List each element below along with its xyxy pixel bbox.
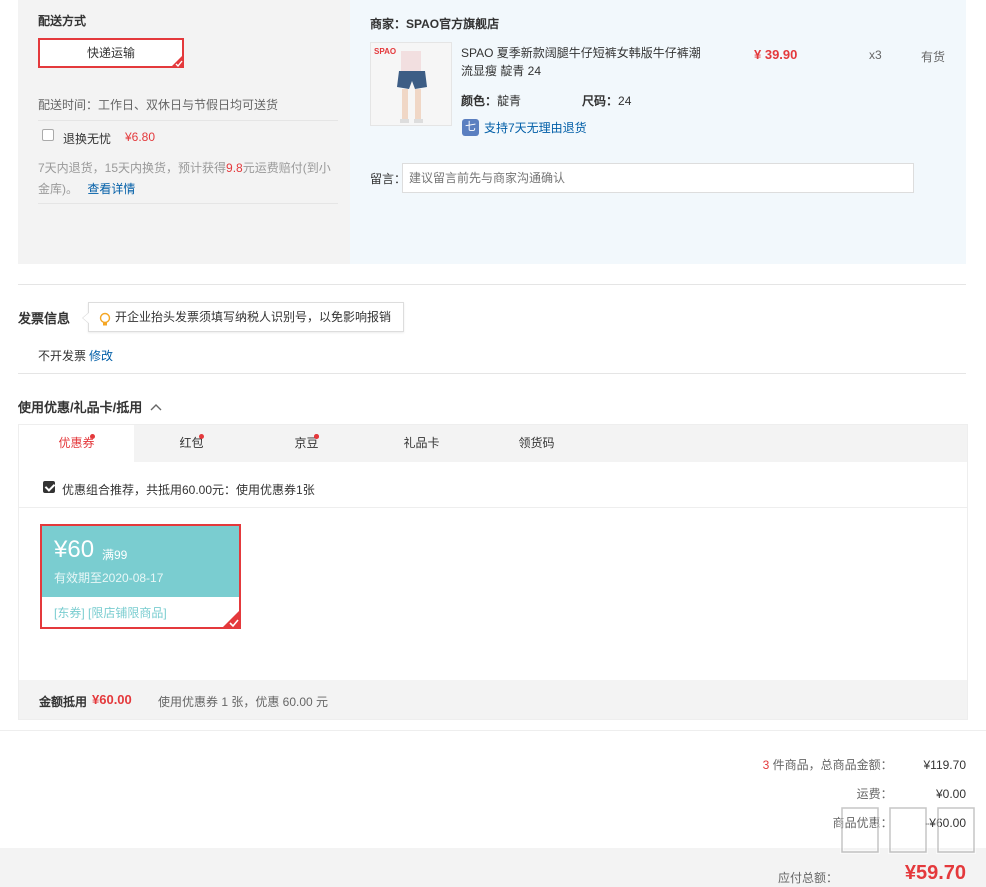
item-count: 3	[762, 758, 770, 772]
return-policy-text: 支持7天无理由退货	[484, 121, 587, 135]
payable-label: 应付总额：	[777, 871, 838, 885]
discount-tabs: 优惠券 红包 京豆 礼品卡 领货码	[19, 425, 967, 462]
thumb-logo: SPAO	[374, 47, 396, 56]
product-price: ¥ 39.90	[754, 47, 798, 62]
product-title[interactable]: SPAO 夏季新款阔腿牛仔短裤女韩版牛仔裤潮流显瘦 靛青 24	[461, 44, 711, 80]
remark-label: 留言：	[370, 172, 407, 186]
footer-label: 金额抵用	[39, 695, 88, 709]
divider	[38, 120, 338, 121]
invoice-tip-text: 开企业抬头发票须填写纳税人识别号，以免影响报销	[115, 310, 392, 324]
invoice-status: 不开发票	[38, 349, 87, 363]
divider	[19, 507, 967, 508]
shop-panel	[350, 0, 966, 264]
new-dot-icon	[90, 434, 95, 439]
color-label: 颜色：	[461, 94, 498, 108]
tab-pickup-code[interactable]: 领货码	[479, 425, 594, 462]
discounts-toggle[interactable]: 使用优惠/礼品卡/抵用	[18, 397, 162, 416]
coupon-expiry: 有效期至2020-08-17	[54, 571, 164, 585]
color-spec: 颜色：靛青	[461, 92, 521, 109]
delivery-time: 配送时间：工作日、双休日与节假日均可送货	[38, 98, 279, 112]
watermark	[832, 800, 982, 880]
seller-name: 商家：SPAO官方旗舰店	[370, 17, 500, 31]
shipping-title: 配送方式	[38, 14, 87, 28]
freight-value: ¥0.00	[935, 787, 966, 801]
tab-red-packets[interactable]: 红包	[134, 425, 319, 462]
return-option-checkbox[interactable]	[42, 129, 54, 141]
tab-gift-card[interactable]: 礼品卡	[364, 425, 479, 462]
shipping-method-label: 快递运输	[86, 46, 135, 60]
return-option-label: 退换无忧	[63, 132, 112, 146]
divider	[0, 730, 986, 731]
tab-jingdou[interactable]: 京豆	[249, 425, 364, 462]
return-desc-amount: 9.8	[226, 161, 243, 175]
recommend-text: 优惠组合推荐，共抵用60.00元：使用优惠券1张	[62, 483, 315, 497]
size-label: 尺码：	[582, 94, 619, 108]
divider	[18, 373, 966, 374]
new-dot-icon	[199, 434, 204, 439]
footer-amount: ¥60.00	[92, 692, 132, 707]
divider	[38, 203, 338, 204]
lightbulb-icon	[99, 310, 111, 338]
chevron-up-icon	[150, 399, 162, 414]
invoice-edit-link[interactable]: 修改	[89, 347, 113, 364]
invoice-tip: 开企业抬头发票须填写纳税人识别号，以免影响报销	[82, 302, 404, 332]
footer-desc: 使用优惠券 1 张，优惠 60.00 元	[158, 695, 329, 709]
coupon-amount: ¥60	[54, 536, 95, 563]
coupon-tags: [东券] [限店铺限商品]	[54, 606, 167, 620]
return-policy-icon: 七	[462, 119, 479, 136]
stock-status: 有货	[921, 50, 946, 64]
selected-check-icon	[221, 609, 241, 629]
return-desc-prefix: 7天内退货，15天内换货，预计获得	[38, 161, 227, 175]
recommend-checkbox[interactable]	[43, 481, 55, 493]
color-value: 靛青	[497, 94, 522, 108]
coupon-header: ¥60 满99 有效期至2020-08-17	[42, 526, 239, 597]
return-description: 7天内退货，15天内换货，预计获得9.8元运费赔付(到小金库)。 查看详情	[38, 158, 338, 200]
product-thumbnail[interactable]: SPAO	[370, 42, 452, 126]
freight-label: 运费：	[856, 787, 893, 801]
divider	[18, 284, 966, 285]
goods-total-row: 3 件商品，总商品金额： ¥119.70	[763, 756, 966, 773]
goods-total-label: 件商品，总商品金额：	[772, 758, 893, 772]
return-option-price: ¥6.80	[125, 130, 156, 144]
goods-total-value: ¥119.70	[923, 758, 967, 772]
remark-input[interactable]	[402, 163, 914, 193]
discounts-title: 使用优惠/礼品卡/抵用	[18, 400, 143, 415]
invoice-title: 发票信息	[18, 311, 71, 326]
size-value: 24	[618, 94, 632, 108]
new-dot-icon	[314, 434, 319, 439]
product-quantity: x3	[869, 48, 882, 62]
shipping-method-button[interactable]: 快递运输	[38, 38, 184, 68]
coupon-card[interactable]: ¥60 满99 有效期至2020-08-17 [东券] [限店铺限商品]	[40, 524, 241, 629]
coupon-condition: 满99	[102, 548, 128, 562]
size-spec: 尺码：24	[582, 92, 631, 109]
selected-check-icon	[170, 54, 184, 68]
discount-footer: 金额抵用 ¥60.00 使用优惠券 1 张，优惠 60.00 元	[19, 680, 967, 719]
return-details-link[interactable]: 查看详情	[87, 182, 135, 196]
tab-coupons[interactable]: 优惠券	[19, 425, 134, 462]
